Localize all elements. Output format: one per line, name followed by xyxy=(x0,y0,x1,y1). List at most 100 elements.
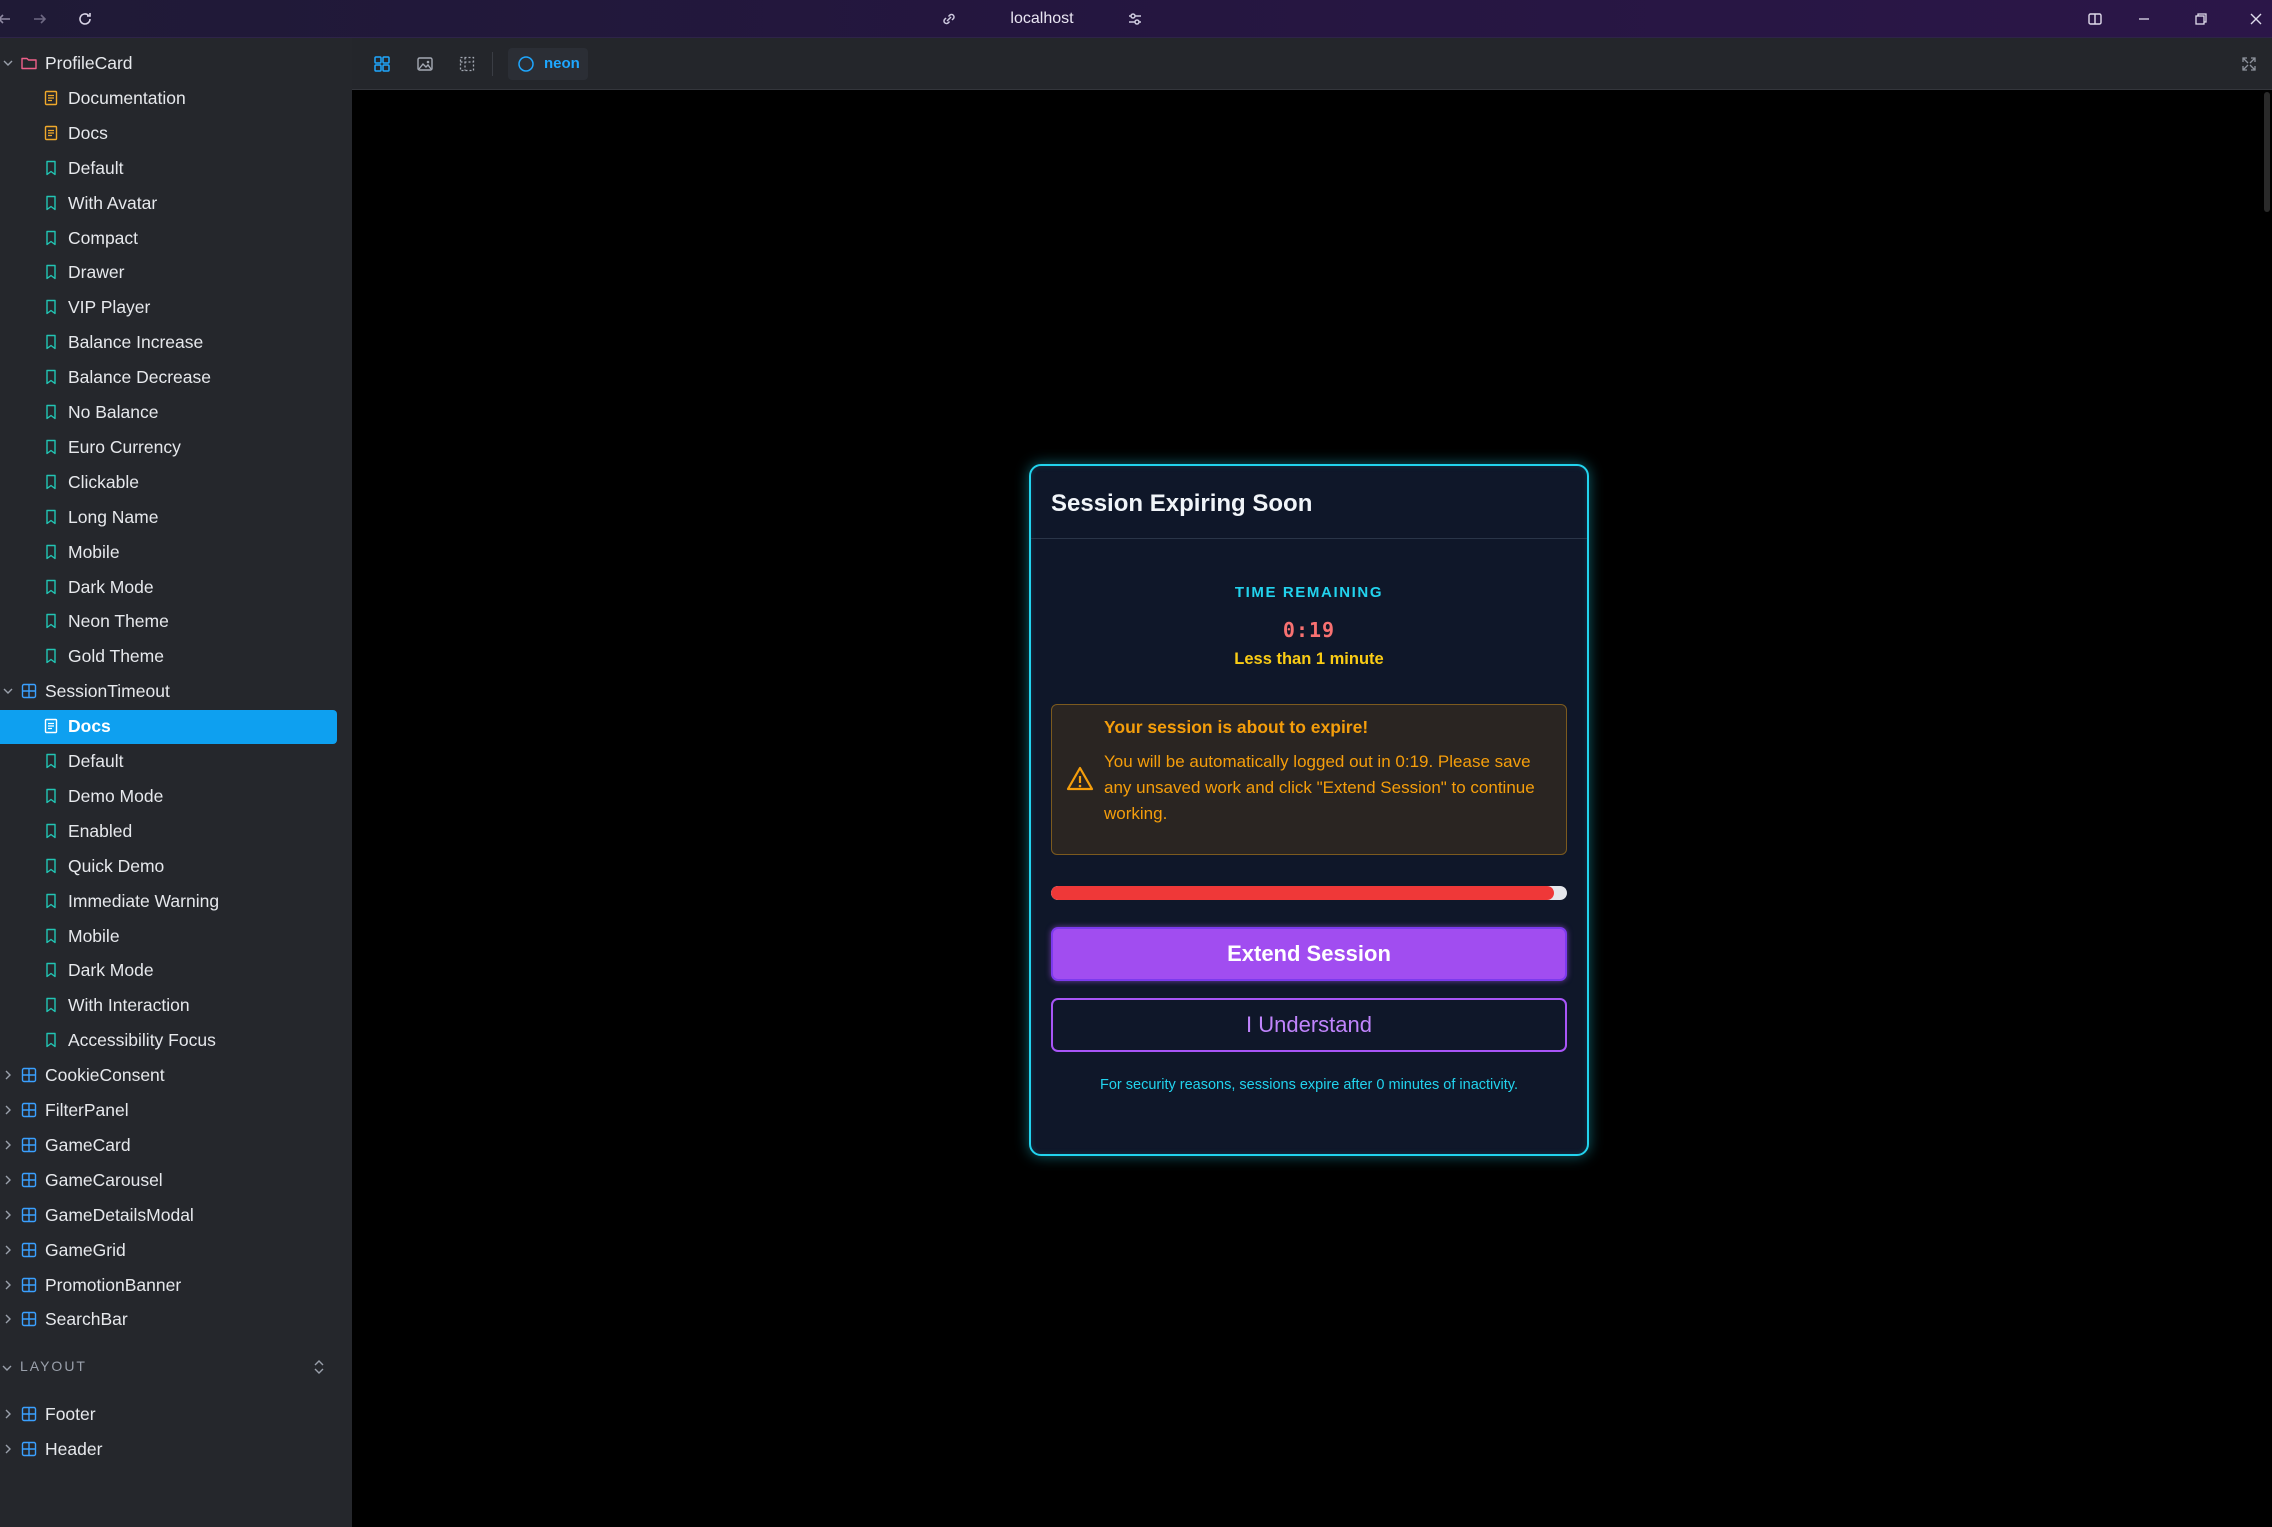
sidebar-item-profilecard-default[interactable]: Default xyxy=(0,151,352,186)
sidebar-item-sessiontimeout-immediate-warning[interactable]: Immediate Warning xyxy=(0,884,352,919)
sidebar-item-profilecard-with-avatar[interactable]: With Avatar xyxy=(0,186,352,221)
sidebar-item-sessiontimeout-quick-demo[interactable]: Quick Demo xyxy=(0,849,352,884)
sidebar-item-profilecard-compact[interactable]: Compact xyxy=(0,221,352,256)
sidebar-item-sessiontimeout-docs[interactable]: Docs xyxy=(0,709,352,745)
chevron-right-icon[interactable] xyxy=(1,1243,15,1257)
sidebar-item-label: With Interaction xyxy=(68,995,190,1016)
sidebar-item-profilecard-mobile[interactable]: Mobile xyxy=(0,535,352,570)
sidebar-item-profilecard-gold-theme[interactable]: Gold Theme xyxy=(0,639,352,674)
sidebar-item-label: Neon Theme xyxy=(68,611,169,632)
sidebar-section-layout[interactable]: LAYOUT xyxy=(0,1352,352,1382)
sidebar-item-label: GameDetailsModal xyxy=(45,1204,194,1225)
warning-text: You will be automatically logged out in … xyxy=(1104,752,1535,823)
security-footnote: For security reasons, sessions expire af… xyxy=(1100,1077,1518,1093)
sidebar-item-sessiontimeout-mobile[interactable]: Mobile xyxy=(0,919,352,954)
sidebar-group-header[interactable]: Header xyxy=(0,1432,352,1467)
forward-icon[interactable] xyxy=(30,9,50,29)
sidebar-group-gamegrid[interactable]: GameGrid xyxy=(0,1233,352,1268)
document-icon xyxy=(42,124,60,142)
sidebar-item-label: Header xyxy=(45,1439,103,1460)
back-icon[interactable] xyxy=(0,9,14,29)
restore-icon[interactable] xyxy=(2191,9,2211,29)
canvas-scrollbar[interactable] xyxy=(2264,92,2270,212)
bookmark-icon xyxy=(42,612,60,630)
sidebar-item-profilecard-clickable[interactable]: Clickable xyxy=(0,465,352,500)
sidebar-item-profilecard-euro-currency[interactable]: Euro Currency xyxy=(0,430,352,465)
sidebar-group-gamedetailsmodal[interactable]: GameDetailsModal xyxy=(0,1198,352,1233)
tune-icon[interactable] xyxy=(1125,9,1145,29)
sidebar-item-profilecard-drawer[interactable]: Drawer xyxy=(0,255,352,290)
sidebar-item-label: Dark Mode xyxy=(68,960,154,981)
sidebar-group-filterpanel[interactable]: FilterPanel xyxy=(0,1093,352,1128)
sidebar-item-profilecard-vip-player[interactable]: VIP Player xyxy=(0,290,352,325)
warning-triangle-icon xyxy=(1066,765,1094,793)
expand-collapse-icon[interactable] xyxy=(311,1358,327,1381)
warning-title: Your session is about to expire! xyxy=(1104,717,1369,737)
chevron-right-icon[interactable] xyxy=(1,1103,15,1117)
sidebar-item-profilecard-documentation[interactable]: Documentation xyxy=(0,81,352,116)
reload-icon[interactable] xyxy=(75,9,95,29)
sidebar-group-profilecard[interactable]: ProfileCard xyxy=(0,46,352,81)
sidebar-group-sessiontimeout[interactable]: SessionTimeout xyxy=(0,674,352,709)
sidebar-item-label: GameGrid xyxy=(45,1239,126,1260)
bookmark-icon xyxy=(42,578,60,596)
sidebar-item-sessiontimeout-dark-mode[interactable]: Dark Mode xyxy=(0,953,352,988)
bookmark-icon xyxy=(42,368,60,386)
sidebar-item-label: Dark Mode xyxy=(68,576,154,597)
fullscreen-icon[interactable] xyxy=(2236,51,2262,77)
countdown-value: 0:19 xyxy=(1282,618,1336,642)
sidebar-item-profilecard-balance-increase[interactable]: Balance Increase xyxy=(0,325,352,360)
image-icon[interactable] xyxy=(412,51,438,77)
chevron-right-icon[interactable] xyxy=(1,1312,15,1326)
frame-icon[interactable] xyxy=(454,51,480,77)
extend-session-button[interactable]: Extend Session xyxy=(1051,927,1567,981)
grid-icon[interactable] xyxy=(369,51,395,77)
chevron-right-icon[interactable] xyxy=(1,1068,15,1082)
sidebar-item-sessiontimeout-with-interaction[interactable]: With Interaction xyxy=(0,988,352,1023)
chevron-down-icon[interactable] xyxy=(1,56,15,70)
sidebar-group-gamecarousel[interactable]: GameCarousel xyxy=(0,1163,352,1198)
chevron-right-icon[interactable] xyxy=(1,1407,15,1421)
sidebar-group-footer[interactable]: Footer xyxy=(0,1397,352,1432)
countdown-subtext: Less than 1 minute xyxy=(1234,650,1384,668)
sidebar-group-promotionbanner[interactable]: PromotionBanner xyxy=(0,1268,352,1303)
chevron-down-icon[interactable] xyxy=(1,1361,13,1379)
bookmark-icon xyxy=(42,298,60,316)
sidebar-item-profilecard-no-balance[interactable]: No Balance xyxy=(0,395,352,430)
sidebar-item-profilecard-neon-theme[interactable]: Neon Theme xyxy=(0,604,352,639)
i-understand-button[interactable]: I Understand xyxy=(1051,998,1567,1052)
link-icon[interactable] xyxy=(939,9,959,29)
bookmark-icon xyxy=(42,892,60,910)
sidebar-item-profilecard-docs[interactable]: Docs xyxy=(0,116,352,151)
chevron-right-icon[interactable] xyxy=(1,1442,15,1456)
session-progress-fill xyxy=(1051,886,1555,900)
address-bar-url[interactable]: localhost xyxy=(1000,9,1084,29)
sidebar-group-gamecard[interactable]: GameCard xyxy=(0,1128,352,1163)
chevron-right-icon[interactable] xyxy=(1,1173,15,1187)
chevron-right-icon[interactable] xyxy=(1,1278,15,1292)
sidebar-group-cookieconsent[interactable]: CookieConsent xyxy=(0,1058,352,1093)
sidebar-item-label: Balance Increase xyxy=(68,332,204,353)
sidebar-item-profilecard-balance-decrease[interactable]: Balance Decrease xyxy=(0,360,352,395)
sidebar-item-sessiontimeout-demo-mode[interactable]: Demo Mode xyxy=(0,779,352,814)
bookmark-icon xyxy=(42,438,60,456)
sidebar-item-sessiontimeout-default[interactable]: Default xyxy=(0,744,352,779)
sidebar-item-sessiontimeout-accessibility-focus[interactable]: Accessibility Focus xyxy=(0,1023,352,1058)
sidebar-group-searchbar[interactable]: SearchBar xyxy=(0,1302,352,1337)
component-icon xyxy=(20,1206,38,1224)
minimize-icon[interactable] xyxy=(2134,9,2154,29)
bookmark-icon xyxy=(42,857,60,875)
component-icon xyxy=(20,1241,38,1259)
chevron-right-icon[interactable] xyxy=(1,1208,15,1222)
sidebar-item-label: SearchBar xyxy=(45,1309,128,1330)
sidebar-item-sessiontimeout-enabled[interactable]: Enabled xyxy=(0,814,352,849)
sidebar-item-profilecard-long-name[interactable]: Long Name xyxy=(0,500,352,535)
theme-switcher[interactable]: neon xyxy=(508,48,588,80)
chevron-down-icon[interactable] xyxy=(1,684,15,698)
chevron-right-icon[interactable] xyxy=(1,1138,15,1152)
sidebar-item-profilecard-dark-mode[interactable]: Dark Mode xyxy=(0,570,352,605)
close-icon[interactable] xyxy=(2246,9,2266,29)
split-view-icon[interactable] xyxy=(2085,9,2105,29)
bookmark-icon xyxy=(42,996,60,1014)
sidebar-item-label: Enabled xyxy=(68,820,133,841)
